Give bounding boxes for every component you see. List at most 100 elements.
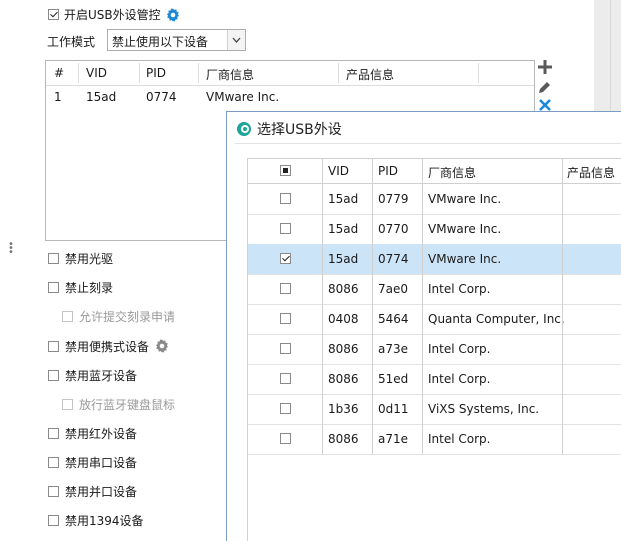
- row-checkbox[interactable]: [280, 343, 291, 354]
- row-pid: 0774: [146, 90, 177, 104]
- ieee1394-checkbox[interactable]: [48, 514, 59, 526]
- option-1394[interactable]: 禁用1394设备: [48, 512, 144, 528]
- cell-vid: 1b36: [328, 402, 359, 416]
- portable-label: 禁用便携式设备: [65, 339, 150, 354]
- gear-icon[interactable]: [166, 7, 180, 22]
- cell-vid: 8086: [328, 342, 359, 356]
- mode-select[interactable]: 禁止使用以下设备: [107, 29, 246, 51]
- table-row[interactable]: 15ad 0770 VMware Inc.: [248, 214, 621, 245]
- option-bluetooth[interactable]: 禁用蓝牙设备: [48, 367, 137, 383]
- table-row[interactable]: 8086 a73e Intel Corp.: [248, 334, 621, 365]
- parallel-label: 禁用并口设备: [65, 484, 138, 499]
- cell-vid: 0408: [328, 312, 359, 326]
- burn-label: 禁止刻录: [65, 280, 114, 295]
- grid-header: VID PID 厂商信息 产品信息: [248, 159, 621, 184]
- col-product: 产品信息: [346, 68, 395, 82]
- enable-usb-control[interactable]: 开启USB外设管控: [48, 6, 180, 23]
- row-checkbox[interactable]: [280, 193, 291, 204]
- row-checkbox[interactable]: [280, 283, 291, 294]
- row-checkbox[interactable]: [280, 313, 291, 324]
- cell-vid: 8086: [328, 432, 359, 446]
- select-all-checkbox[interactable]: [280, 165, 291, 176]
- row-checkbox[interactable]: [280, 223, 291, 234]
- row-checkbox[interactable]: [280, 403, 291, 414]
- table-row[interactable]: 0408 5464 Quanta Computer, Inc.: [248, 304, 621, 335]
- cell-vid: 15ad: [328, 222, 359, 236]
- burn-request-checkbox[interactable]: [62, 310, 73, 322]
- ieee1394-label: 禁用1394设备: [65, 513, 144, 528]
- row-vid: 15ad: [86, 90, 117, 104]
- option-burn[interactable]: 禁止刻录: [48, 279, 113, 295]
- option-infrared[interactable]: 禁用红外设备: [48, 425, 137, 441]
- table-row[interactable]: 15ad 0779 VMware Inc.: [248, 184, 621, 215]
- bluetooth-label: 禁用蓝牙设备: [65, 368, 138, 383]
- splitter-handle[interactable]: • • •: [8, 240, 14, 258]
- table-row[interactable]: 8086 a71e Intel Corp.: [248, 424, 621, 455]
- table-row[interactable]: 8086 7ae0 Intel Corp.: [248, 274, 621, 305]
- bt-keyboard-label: 放行蓝牙键盘鼠标: [79, 397, 176, 412]
- cell-pid: 7ae0: [378, 282, 409, 296]
- table-row[interactable]: 8086 51ed Intel Corp.: [248, 364, 621, 395]
- portable-checkbox[interactable]: [48, 340, 59, 352]
- row-checkbox[interactable]: [280, 373, 291, 384]
- row-checkbox[interactable]: [280, 433, 291, 444]
- cell-vendor: VMware Inc.: [428, 222, 502, 236]
- cell-vendor: ViXS Systems, Inc.: [428, 402, 540, 416]
- background-panel: [594, 0, 621, 112]
- cell-vendor: Quanta Computer, Inc.: [428, 312, 565, 326]
- option-cdrom[interactable]: 禁用光驱: [48, 250, 113, 266]
- close-icon[interactable]: [538, 99, 552, 111]
- cell-vid: 8086: [328, 372, 359, 386]
- cell-pid: 0770: [378, 222, 409, 236]
- option-portable[interactable]: 禁用便携式设备: [48, 338, 169, 354]
- col-vid: VID: [86, 66, 107, 80]
- panel-divider: [610, 0, 611, 112]
- option-bt-keyboard[interactable]: 放行蓝牙键盘鼠标: [62, 396, 175, 412]
- cell-vendor: VMware Inc.: [428, 192, 502, 206]
- mode-label: 工作模式: [47, 35, 96, 49]
- cell-vendor: Intel Corp.: [428, 342, 491, 356]
- bt-keyboard-checkbox[interactable]: [62, 398, 73, 410]
- pencil-icon[interactable]: [538, 80, 552, 94]
- grid-col-vid: VID: [328, 164, 349, 178]
- infrared-label: 禁用红外设备: [65, 426, 138, 441]
- device-list-header: # VID PID 厂商信息 产品信息: [46, 61, 534, 86]
- row-index: 1: [54, 90, 62, 104]
- cell-pid: 5464: [378, 312, 409, 326]
- row-checkbox[interactable]: [280, 253, 291, 264]
- col-vendor: 厂商信息: [206, 68, 255, 82]
- bluetooth-checkbox[interactable]: [48, 369, 59, 381]
- table-row[interactable]: 1b36 0d11 ViXS Systems, Inc.: [248, 394, 621, 425]
- dropdown-arrow-icon[interactable]: [227, 30, 245, 50]
- cell-vid: 8086: [328, 282, 359, 296]
- col-pid: PID: [146, 66, 167, 80]
- select-usb-dialog[interactable]: 选择USB外设 VID PID 厂商信息 产品信息 15ad 0779 VMware…: [226, 111, 621, 541]
- cell-vendor: Intel Corp.: [428, 372, 491, 386]
- option-parallel[interactable]: 禁用并口设备: [48, 483, 137, 499]
- mode-select-value: 禁止使用以下设备: [112, 35, 209, 49]
- burn-checkbox[interactable]: [48, 281, 59, 293]
- enable-usb-checkbox[interactable]: [48, 9, 59, 20]
- cdrom-checkbox[interactable]: [48, 252, 59, 264]
- cell-pid: a71e: [378, 432, 409, 446]
- row-vendor: VMware Inc.: [206, 90, 280, 104]
- enable-usb-label: 开启USB外设管控: [64, 8, 161, 22]
- cell-vid: 15ad: [328, 192, 359, 206]
- parallel-checkbox[interactable]: [48, 485, 59, 497]
- cell-pid: 0774: [378, 252, 409, 266]
- grid-col-product: 产品信息: [567, 166, 616, 180]
- cell-pid: 51ed: [378, 372, 409, 386]
- burn-request-label: 允许提交刻录申请: [79, 309, 176, 324]
- option-serial[interactable]: 禁用串口设备: [48, 454, 137, 470]
- infrared-checkbox[interactable]: [48, 427, 59, 439]
- gear-icon[interactable]: [155, 339, 169, 353]
- option-burn-request[interactable]: 允许提交刻录申请: [62, 308, 175, 324]
- dialog-title: 选择USB外设: [257, 122, 342, 138]
- usb-device-grid[interactable]: VID PID 厂商信息 产品信息 15ad 0779 VMware Inc. 15a…: [247, 158, 621, 541]
- cell-pid: 0d11: [378, 402, 409, 416]
- table-row[interactable]: 15ad 0774 VMware Inc.: [248, 244, 621, 275]
- serial-checkbox[interactable]: [48, 456, 59, 468]
- plus-icon[interactable]: [538, 60, 552, 74]
- grid-col-vendor: 厂商信息: [428, 166, 477, 180]
- dialog-title-bar: 选择USB外设: [237, 119, 342, 139]
